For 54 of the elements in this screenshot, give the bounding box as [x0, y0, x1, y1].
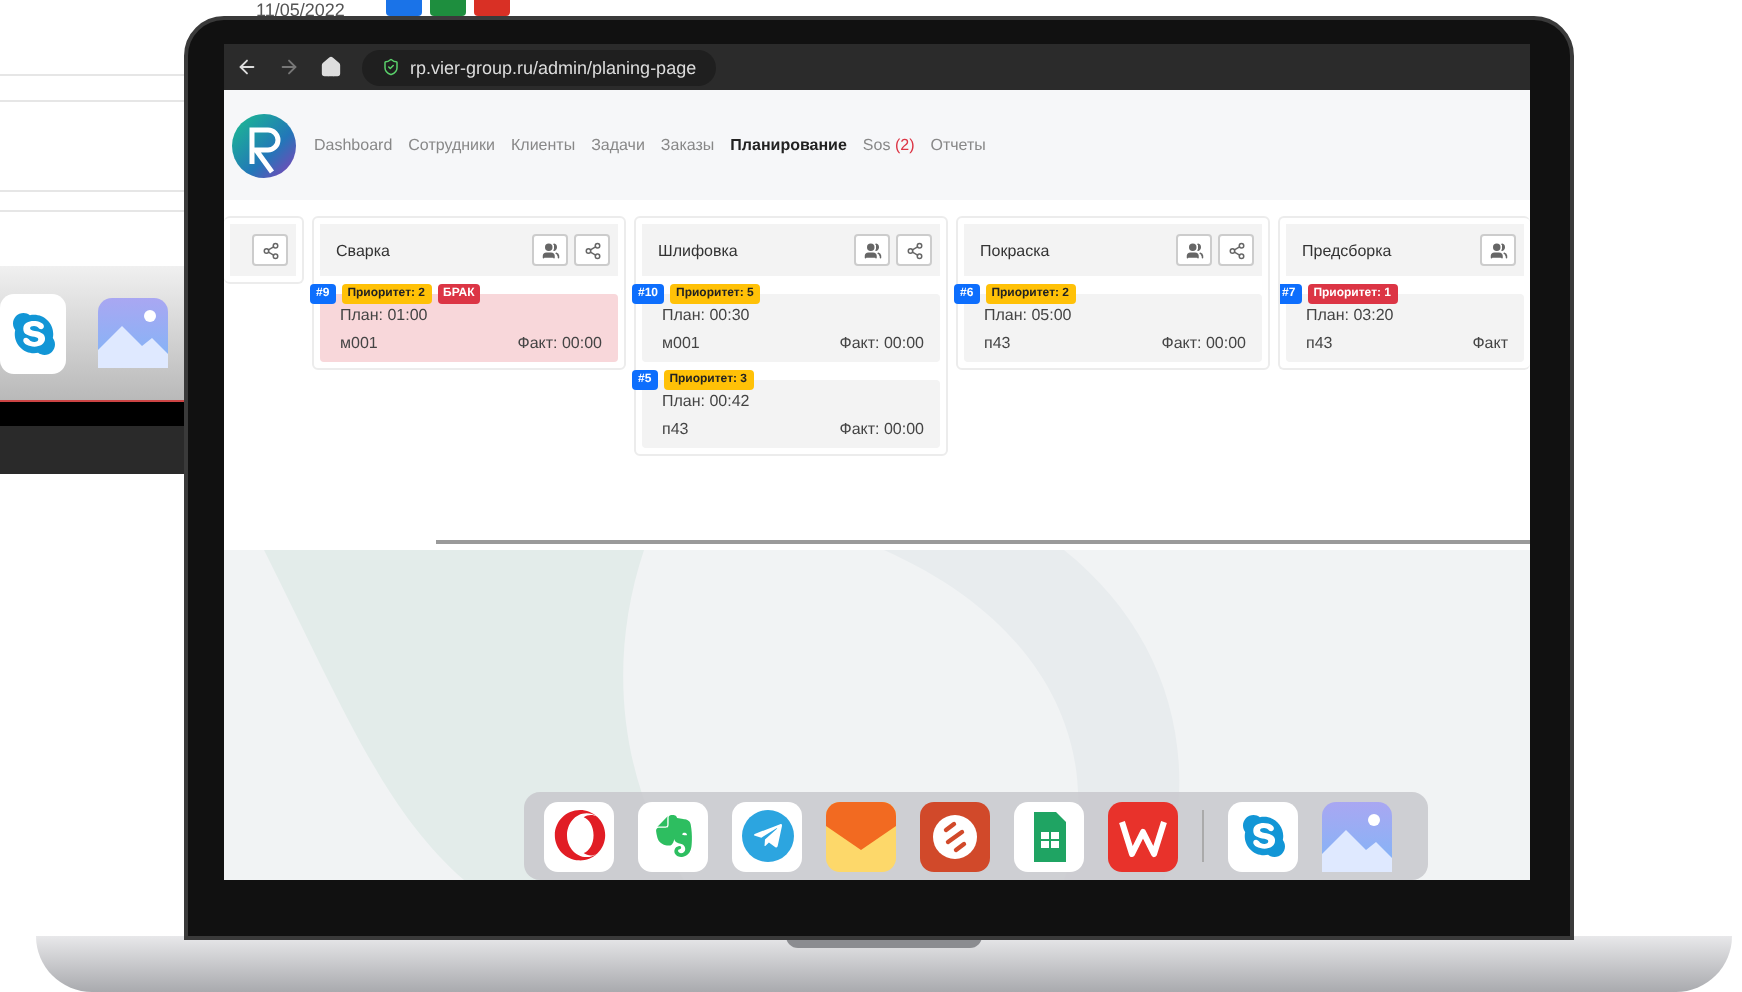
share-button[interactable] — [252, 234, 288, 266]
task-code: п43 — [662, 420, 689, 438]
team-button[interactable] — [1480, 234, 1516, 266]
column-title: Шлифовка — [658, 241, 738, 259]
nav-link[interactable]: Sos (2) — [862, 136, 915, 154]
forward-icon[interactable] — [278, 56, 300, 78]
users-icon — [541, 241, 559, 259]
task-code: м001 — [662, 334, 700, 352]
column-title: Предсборка — [1302, 241, 1392, 259]
users-icon — [863, 241, 881, 259]
team-button[interactable] — [532, 234, 568, 266]
zigzag-app-icon[interactable] — [1108, 801, 1178, 871]
scrollbar[interactable] — [436, 540, 1530, 544]
share-icon — [905, 241, 923, 259]
paper-plane-app-icon[interactable] — [732, 801, 802, 871]
logo-icon — [230, 111, 298, 179]
elephant-app-icon[interactable] — [638, 801, 708, 871]
team-button[interactable] — [1176, 234, 1212, 266]
team-button[interactable] — [854, 234, 890, 266]
task-code: п43 — [984, 334, 1011, 352]
share-button[interactable] — [574, 234, 610, 266]
fact-time: Факт: 00:00 — [839, 420, 924, 438]
ring-app-icon[interactable] — [544, 801, 614, 871]
share-button[interactable] — [896, 234, 932, 266]
plan-time: План: 00:42 — [662, 392, 752, 410]
address-field[interactable]: rp.vier-group.ru/admin/planing-page — [362, 49, 717, 85]
fact-time: Факт — [1472, 334, 1508, 352]
fact-time: Факт: 00:00 — [517, 334, 602, 352]
column-title: Сварка — [336, 241, 390, 259]
date-text: 11/05/2022 — [256, 0, 345, 20]
column-title: Покраска — [980, 241, 1050, 259]
fact-time: Факт: 00:00 — [1161, 334, 1246, 352]
back-icon[interactable] — [236, 56, 258, 78]
color-swatches-drawing — [386, 0, 510, 16]
users-icon — [1489, 241, 1507, 259]
users-icon — [1185, 241, 1203, 259]
fact-time: Факт: 00:00 — [839, 334, 924, 352]
chat-app-icon[interactable] — [0, 293, 66, 373]
nav-link[interactable]: Планирование — [730, 136, 847, 154]
share-icon — [1227, 241, 1245, 259]
task-code: п43 — [1306, 334, 1333, 352]
plan-time: План: 03:20 — [1306, 306, 1396, 324]
arrows-app-icon[interactable] — [920, 801, 990, 871]
plan-time: План: 05:00 — [984, 306, 1074, 324]
shield-icon — [382, 58, 400, 76]
home-icon[interactable] — [320, 56, 342, 78]
share-icon — [583, 241, 601, 259]
share-icon — [261, 241, 279, 259]
plan-time: План: 01:00 — [340, 306, 430, 324]
spreadsheet-app-icon[interactable] — [1014, 801, 1084, 871]
task-code: м001 — [340, 334, 378, 352]
share-button[interactable] — [1218, 234, 1254, 266]
plan-time: План: 00:30 — [662, 306, 752, 324]
chat-app-icon[interactable] — [1228, 801, 1298, 871]
